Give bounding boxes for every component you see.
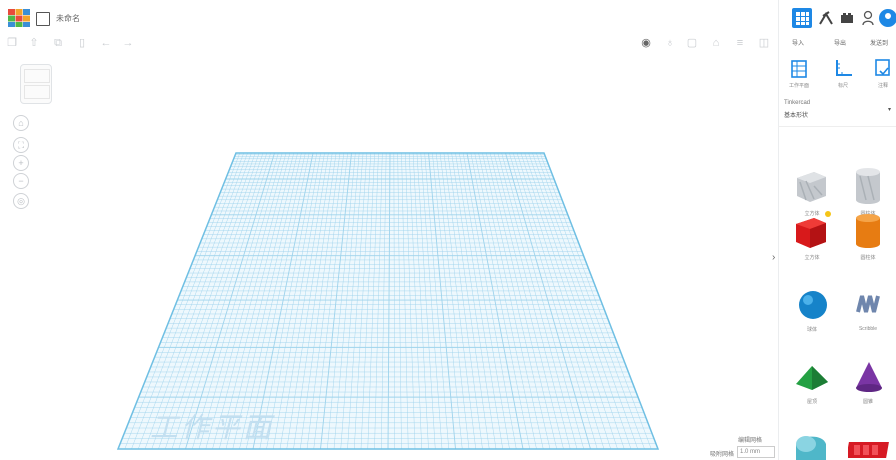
import-tab[interactable]: 导入 xyxy=(792,38,804,47)
duplicate-icon[interactable]: ⧉ xyxy=(52,37,64,49)
round-roof-shape-icon[interactable] xyxy=(792,430,832,460)
workplane-action-label: 工作平面 xyxy=(788,83,809,89)
sphere-label: 球体 xyxy=(806,327,817,333)
ungroup-icon[interactable]: ⌂ xyxy=(710,37,722,49)
copy-icon[interactable]: ❐ xyxy=(6,37,18,49)
send-to-tab[interactable]: 发送到 xyxy=(870,38,888,47)
snap-grid-label: 吸附网格 xyxy=(710,452,735,458)
export-tab[interactable]: 导出 xyxy=(834,38,846,47)
align-icon[interactable]: ≡ xyxy=(734,37,746,49)
ruler-action-label: 标尺 xyxy=(837,83,848,89)
box-hole-shape-icon[interactable] xyxy=(792,168,830,204)
edit-toolbar: ❐ ⇧ ⧉ ▯ ← → ◉ ♁ ▢ ⌂ ≡ ◫ xyxy=(0,34,778,54)
redo-icon[interactable]: → xyxy=(122,37,134,49)
workplane-action[interactable]: 工作平面 xyxy=(788,58,810,89)
roof-label: 屋顶 xyxy=(806,399,817,405)
design-title[interactable]: 未命名 xyxy=(56,13,80,24)
ruler-action[interactable]: 标尺 xyxy=(832,58,854,89)
add-user-icon[interactable] xyxy=(862,10,876,26)
workplane-icon xyxy=(791,60,807,78)
workplane-label: 工作平面 xyxy=(150,412,275,443)
scribble-label: Scribble xyxy=(858,326,878,332)
cylinder-label: 圆柱体 xyxy=(860,255,876,261)
delete-icon[interactable]: ▯ xyxy=(76,37,88,49)
3d-design-view-icon[interactable] xyxy=(792,8,812,28)
cylinder-hole-shape-icon[interactable] xyxy=(850,166,886,206)
tinkercad-logo[interactable] xyxy=(8,9,30,27)
cone-shape-icon[interactable] xyxy=(852,358,886,396)
cylinder-shape-icon[interactable] xyxy=(850,212,886,252)
scribble-shape-icon[interactable] xyxy=(852,288,886,322)
shapes-library-label: Tinkercad xyxy=(784,100,811,106)
view-icon[interactable]: ◉ xyxy=(640,37,652,49)
top-bar xyxy=(0,0,896,34)
box-label: 立方体 xyxy=(804,255,820,261)
cone-label: 圆锥 xyxy=(862,399,873,405)
mirror-icon[interactable]: ◫ xyxy=(758,37,770,49)
notes-icon xyxy=(875,59,890,76)
notes-action[interactable]: 注释 xyxy=(872,58,894,89)
notes-action-label: 注释 xyxy=(877,83,888,89)
bricks-icon[interactable] xyxy=(840,12,854,24)
chevron-down-icon[interactable]: ▾ xyxy=(888,106,891,113)
lightbulb-icon[interactable]: ♁ xyxy=(664,37,676,49)
paste-icon[interactable]: ⇧ xyxy=(28,37,40,49)
text-shape-icon[interactable] xyxy=(848,436,892,460)
user-avatar-icon[interactable] xyxy=(878,8,896,28)
sphere-shape-icon[interactable] xyxy=(796,288,830,322)
ruler-icon xyxy=(836,60,852,76)
roof-shape-icon[interactable] xyxy=(792,360,832,394)
design-menu-icon[interactable] xyxy=(36,12,50,26)
shapes-library-select[interactable]: 基本形状 xyxy=(784,110,808,119)
panel-divider xyxy=(778,126,896,127)
blocks-icon[interactable] xyxy=(818,10,834,26)
collapse-panel-icon[interactable]: › xyxy=(772,252,775,263)
snap-grid-select[interactable]: 1.0 mm xyxy=(737,446,775,458)
undo-icon[interactable]: ← xyxy=(100,37,112,49)
group-icon[interactable]: ▢ xyxy=(686,37,698,49)
edit-grid-button[interactable]: 编辑网格 xyxy=(738,435,762,444)
workplane-grid[interactable] xyxy=(0,54,778,460)
box-shape-icon[interactable] xyxy=(792,210,834,252)
